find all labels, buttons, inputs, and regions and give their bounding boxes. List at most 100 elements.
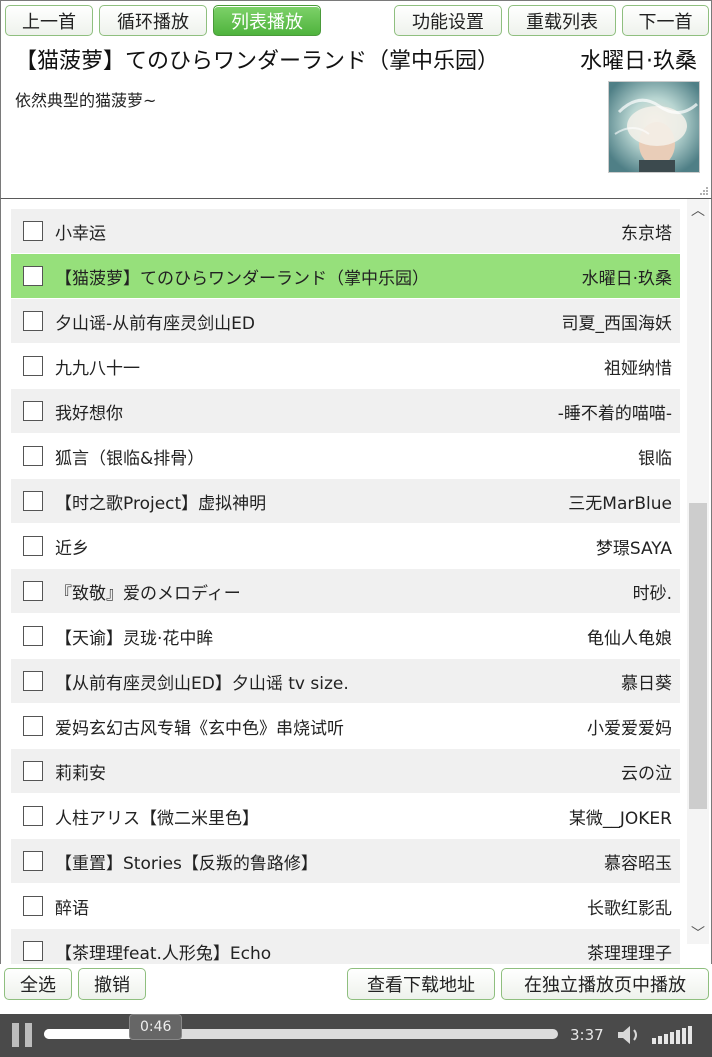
playlist-row[interactable]: 爱妈玄幻古风专辑《玄中色》串烧试听 小爱爱爱妈 <box>11 704 680 748</box>
volume-bar <box>688 1026 692 1044</box>
row-checkbox[interactable] <box>23 761 43 781</box>
song-artist: 某微__JOKER <box>568 808 672 829</box>
row-checkbox[interactable] <box>23 716 43 736</box>
row-checkbox[interactable] <box>23 356 43 376</box>
song-title: 狐言（银临&排骨） <box>55 448 205 469</box>
prev-button[interactable]: 上一首 <box>5 5 93 36</box>
song-title: 『致敬』爱のメロディー <box>55 583 241 604</box>
song-title: 【猫菠萝】てのひらワンダーランド（掌中乐园） <box>55 268 429 289</box>
song-title: 夕山谣-从前有座灵剑山ED <box>55 313 255 334</box>
next-button[interactable]: 下一首 <box>622 5 709 36</box>
song-artist: 银临 <box>638 448 672 469</box>
playlist-row[interactable]: 【重置】Stories【反叛的鲁路修】 慕容昭玉 <box>11 839 680 883</box>
download-link-button[interactable]: 查看下载地址 <box>347 968 495 1000</box>
playlist-actions: 全选 撤销 查看下载地址 在独立播放页中播放 <box>0 964 712 1014</box>
row-checkbox[interactable] <box>23 446 43 466</box>
volume-bar <box>652 1038 656 1044</box>
playlist-row[interactable]: 【茶理理feat.人形兔】Echo 茶理理理子 <box>11 929 680 964</box>
song-artist: 茶理理理子 <box>587 943 672 964</box>
song-artist: 水曜日·玖桑 <box>581 268 672 289</box>
song-title: 【茶理理feat.人形兔】Echo <box>55 943 272 964</box>
volume-bar <box>664 1034 668 1044</box>
song-title: 小幸运 <box>55 223 106 244</box>
playlist-row[interactable]: 我好想你 -睡不着的喵喵- <box>11 389 680 433</box>
playlist-row[interactable]: 小幸运 东京塔 <box>11 209 680 253</box>
playlist-scrollbar[interactable]: ︿ ﹀ <box>687 199 709 944</box>
row-checkbox[interactable] <box>23 221 43 241</box>
loop-play-button[interactable]: 循环播放 <box>99 5 207 36</box>
playlist-row[interactable]: 【从前有座灵剑山ED】夕山谣 tv size. 慕日葵 <box>11 659 680 703</box>
song-artist: 龟仙人龟娘 <box>587 628 672 649</box>
song-artist: 祖娅纳惜 <box>604 358 672 379</box>
song-title: 醉语 <box>55 898 89 919</box>
row-checkbox[interactable] <box>23 581 43 601</box>
now-playing-artist: 水曜日·玖桑 <box>580 49 697 74</box>
volume-bar <box>670 1032 674 1044</box>
playlist-row[interactable]: 夕山谣-从前有座灵剑山ED 司夏_西国海妖 <box>11 299 680 343</box>
playlist-row[interactable]: 莉莉安 云の泣 <box>11 749 680 793</box>
song-title: 【从前有座灵剑山ED】夕山谣 tv size. <box>55 673 349 694</box>
row-checkbox[interactable] <box>23 806 43 826</box>
song-title: 【重置】Stories【反叛的鲁路修】 <box>55 853 318 874</box>
playlist-row[interactable]: 【天谕】灵珑·花中眸 龟仙人龟娘 <box>11 614 680 658</box>
row-checkbox[interactable] <box>23 941 43 961</box>
playlist-row[interactable]: 九九八十一 祖娅纳惜 <box>11 344 680 388</box>
playlist-row[interactable]: 近乡 梦璟SAYA <box>11 524 680 568</box>
row-checkbox[interactable] <box>23 671 43 691</box>
song-artist: -睡不着的喵喵- <box>557 403 672 424</box>
song-title: 【天谕】灵珑·花中眸 <box>55 628 214 649</box>
audio-player: 0:46 3:37 <box>0 1014 712 1057</box>
song-artist: 梦璟SAYA <box>595 538 672 559</box>
song-title: 莉莉安 <box>55 763 106 784</box>
undo-button[interactable]: 撤销 <box>78 968 146 1000</box>
now-playing-description: 依然典型的猫菠萝~ <box>15 91 157 110</box>
volume-bar <box>682 1028 686 1044</box>
duration-label: 3:37 <box>570 1026 604 1044</box>
now-playing-panel: 上一首 循环播放 列表播放 功能设置 重载列表 下一首 【猫菠萝】てのひらワンダ… <box>0 0 712 199</box>
row-checkbox[interactable] <box>23 311 43 331</box>
settings-button[interactable]: 功能设置 <box>394 5 502 36</box>
row-checkbox[interactable] <box>23 851 43 871</box>
standalone-play-button[interactable]: 在独立播放页中播放 <box>501 968 709 1000</box>
album-cover <box>608 81 700 173</box>
row-checkbox[interactable] <box>23 896 43 916</box>
current-time-tooltip: 0:46 <box>129 1014 183 1040</box>
pause-icon[interactable] <box>12 1023 34 1047</box>
playlist-row[interactable]: 狐言（银临&排骨） 银临 <box>11 434 680 478</box>
song-artist: 慕容昭玉 <box>604 853 672 874</box>
playlist-row[interactable]: 【猫菠萝】てのひらワンダーランド（掌中乐园） 水曜日·玖桑 <box>11 254 680 298</box>
row-checkbox[interactable] <box>23 401 43 421</box>
song-artist: 三无MarBlue <box>568 493 672 514</box>
scroll-down-icon[interactable]: ﹀ <box>687 922 709 944</box>
song-title: 近乡 <box>55 538 89 559</box>
song-title: 人柱アリス【微二米里色】 <box>55 808 259 829</box>
volume-bar <box>658 1036 662 1044</box>
scrollbar-thumb[interactable] <box>689 503 707 809</box>
row-checkbox[interactable] <box>23 266 43 286</box>
song-artist: 时砂. <box>632 583 672 604</box>
playlist: 小幸运 东京塔【猫菠萝】てのひらワンダーランド（掌中乐园） 水曜日·玖桑夕山谣-从前… <box>0 199 712 964</box>
progress-bar[interactable]: 0:46 <box>44 1014 558 1040</box>
song-title: 【时之歌Project】虚拟神明 <box>55 493 267 514</box>
row-checkbox[interactable] <box>23 626 43 646</box>
now-playing-title: 【猫菠萝】てのひらワンダーランド（掌中乐园） <box>15 49 500 74</box>
song-title: 爱妈玄幻古风专辑《玄中色》串烧试听 <box>55 718 344 739</box>
reload-list-button[interactable]: 重载列表 <box>508 5 616 36</box>
volume-slider[interactable] <box>652 1026 702 1044</box>
row-checkbox[interactable] <box>23 491 43 511</box>
resize-grip-icon[interactable] <box>699 186 709 196</box>
song-title: 九九八十一 <box>55 358 140 379</box>
select-all-button[interactable]: 全选 <box>4 968 72 1000</box>
song-artist: 云の泣 <box>621 763 672 784</box>
playlist-row[interactable]: 『致敬』爱のメロディー 时砂. <box>11 569 680 613</box>
song-artist: 小爱爱爱妈 <box>587 718 672 739</box>
playlist-row[interactable]: 人柱アリス【微二米里色】 某微__JOKER <box>11 794 680 838</box>
speaker-icon[interactable] <box>616 1024 642 1046</box>
row-checkbox[interactable] <box>23 536 43 556</box>
playlist-row[interactable]: 醉语 长歌红影乱 <box>11 884 680 928</box>
song-artist: 长歌红影乱 <box>587 898 672 919</box>
song-artist: 慕日葵 <box>621 673 672 694</box>
playlist-row[interactable]: 【时之歌Project】虚拟神明 三无MarBlue <box>11 479 680 523</box>
list-play-button[interactable]: 列表播放 <box>213 5 321 36</box>
scroll-up-icon[interactable]: ︿ <box>687 199 709 221</box>
